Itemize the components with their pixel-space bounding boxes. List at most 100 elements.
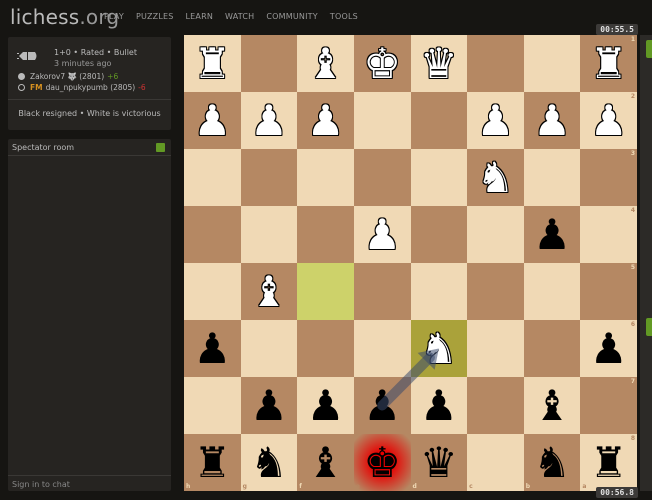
white-knight-icon[interactable]: ♞: [467, 149, 524, 206]
square-f3[interactable]: [297, 149, 354, 206]
square-b4[interactable]: ♟: [523, 206, 581, 263]
white-king-icon[interactable]: ♚: [354, 35, 411, 92]
square-c8[interactable]: c: [467, 434, 524, 491]
black-pawn-icon[interactable]: ♟: [524, 206, 581, 263]
chat-toggle[interactable]: [156, 143, 165, 152]
nav-learn[interactable]: LEARN: [186, 12, 214, 21]
square-c7[interactable]: [467, 377, 524, 434]
square-f4[interactable]: [297, 206, 354, 263]
black-pawn-icon[interactable]: ♟: [354, 377, 411, 434]
white-pawn-icon[interactable]: ♟: [241, 92, 298, 149]
square-b5[interactable]: [523, 263, 581, 320]
square-d7[interactable]: ♟: [410, 377, 468, 434]
black-rook-icon[interactable]: ♜: [184, 434, 241, 491]
square-g3[interactable]: [240, 149, 298, 206]
square-g7[interactable]: ♟: [240, 377, 298, 434]
square-h2[interactable]: ♟: [184, 92, 241, 149]
nav-puzzles[interactable]: PUZZLES: [136, 12, 174, 21]
square-f8[interactable]: ♝ f: [297, 434, 354, 491]
square-a6[interactable]: ♟ 6: [580, 320, 637, 377]
square-e3[interactable]: [353, 149, 411, 206]
square-f6[interactable]: [297, 320, 354, 377]
square-f5[interactable]: [297, 263, 354, 320]
square-d1[interactable]: ♛: [410, 35, 468, 92]
black-bishop-icon[interactable]: ♝: [524, 377, 581, 434]
square-a3[interactable]: 3: [580, 149, 637, 206]
black-pawn-icon[interactable]: ♟: [297, 377, 354, 434]
square-d5[interactable]: [410, 263, 468, 320]
square-b2[interactable]: ♟: [523, 92, 581, 149]
square-d6[interactable]: ♞: [410, 320, 468, 377]
square-a2[interactable]: ♟ 2: [580, 92, 637, 149]
black-queen-icon[interactable]: ♛: [411, 434, 468, 491]
white-queen-icon[interactable]: ♛: [411, 35, 468, 92]
chat-input[interactable]: Sign in to chat: [8, 475, 171, 491]
square-a5[interactable]: 5: [580, 263, 637, 320]
square-h7[interactable]: [184, 377, 241, 434]
nav-play[interactable]: PLAY: [104, 12, 124, 21]
black-pawn-icon[interactable]: ♟: [411, 377, 468, 434]
square-e1[interactable]: ♚: [353, 35, 411, 92]
square-c6[interactable]: [467, 320, 524, 377]
square-f2[interactable]: ♟: [297, 92, 354, 149]
white-pawn-icon[interactable]: ♟: [467, 92, 524, 149]
square-g5[interactable]: ♝: [240, 263, 298, 320]
black-king-icon[interactable]: ♚: [354, 434, 411, 491]
square-h3[interactable]: [184, 149, 241, 206]
square-f7[interactable]: ♟: [297, 377, 354, 434]
chessboard[interactable]: ♜ ♝ ♚ ♛ ♜ 1 ♟ ♟ ♟ ♟ ♟ ♟ 2 ♞ 3 ♟ ♟ 4 ♝ 5 ♟ ♞ ♟ 6 ♟ ♟ ♟ ♟ ♝ 7 ♜ h ♞ g ♝ f ♚ e ♛ d…: [184, 35, 637, 491]
square-e8[interactable]: ♚ e: [353, 434, 411, 491]
square-e4[interactable]: ♟: [353, 206, 411, 263]
square-e7[interactable]: ♟: [353, 377, 411, 434]
white-pawn-icon[interactable]: ♟: [580, 92, 637, 149]
square-g2[interactable]: ♟: [240, 92, 298, 149]
square-b1[interactable]: [523, 35, 581, 92]
site-logo[interactable]: lichess.org: [10, 5, 119, 29]
square-c4[interactable]: [467, 206, 524, 263]
black-pawn-icon[interactable]: ♟: [580, 320, 637, 377]
square-c1[interactable]: [467, 35, 524, 92]
square-b7[interactable]: ♝: [523, 377, 581, 434]
square-b3[interactable]: [523, 149, 581, 206]
square-h4[interactable]: [184, 206, 241, 263]
square-f1[interactable]: ♝: [297, 35, 354, 92]
black-pawn-icon[interactable]: ♟: [241, 377, 298, 434]
square-c5[interactable]: [467, 263, 524, 320]
square-g6[interactable]: [240, 320, 298, 377]
square-h6[interactable]: ♟: [184, 320, 241, 377]
square-c3[interactable]: ♞: [467, 149, 524, 206]
white-pawn-icon[interactable]: ♟: [184, 92, 241, 149]
square-d3[interactable]: [410, 149, 468, 206]
square-h5[interactable]: [184, 263, 241, 320]
white-pawn-icon[interactable]: ♟: [297, 92, 354, 149]
black-bishop-icon[interactable]: ♝: [297, 434, 354, 491]
square-b6[interactable]: [523, 320, 581, 377]
square-d8[interactable]: ♛ d: [410, 434, 468, 491]
white-bishop-icon[interactable]: ♝: [297, 35, 354, 92]
nav-tools[interactable]: TOOLS: [330, 12, 358, 21]
square-d4[interactable]: [410, 206, 468, 263]
square-g4[interactable]: [240, 206, 298, 263]
nav-watch[interactable]: WATCH: [225, 12, 254, 21]
square-b8[interactable]: ♞ b: [523, 434, 581, 491]
square-e2[interactable]: [353, 92, 411, 149]
black-rook-icon[interactable]: ♜: [580, 434, 637, 491]
white-rook-icon[interactable]: ♜: [184, 35, 241, 92]
square-a1[interactable]: ♜ 1: [580, 35, 637, 92]
black-pawn-icon[interactable]: ♟: [184, 320, 241, 377]
square-h1[interactable]: ♜: [184, 35, 241, 92]
white-pawn-icon[interactable]: ♟: [524, 92, 581, 149]
white-knight-icon[interactable]: ♞: [411, 320, 468, 377]
square-a7[interactable]: 7: [580, 377, 637, 434]
square-c2[interactable]: ♟: [467, 92, 524, 149]
square-d2[interactable]: [410, 92, 468, 149]
square-g8[interactable]: ♞ g: [240, 434, 298, 491]
square-a4[interactable]: 4: [580, 206, 637, 263]
white-player-name[interactable]: Zakorov7 🐺 (2801): [30, 72, 104, 81]
square-e5[interactable]: [353, 263, 411, 320]
square-a8[interactable]: ♜ 8 a: [580, 434, 637, 491]
square-g1[interactable]: [240, 35, 298, 92]
square-h8[interactable]: ♜ h: [184, 434, 241, 491]
square-e6[interactable]: [353, 320, 411, 377]
nav-community[interactable]: COMMUNITY: [266, 12, 317, 21]
